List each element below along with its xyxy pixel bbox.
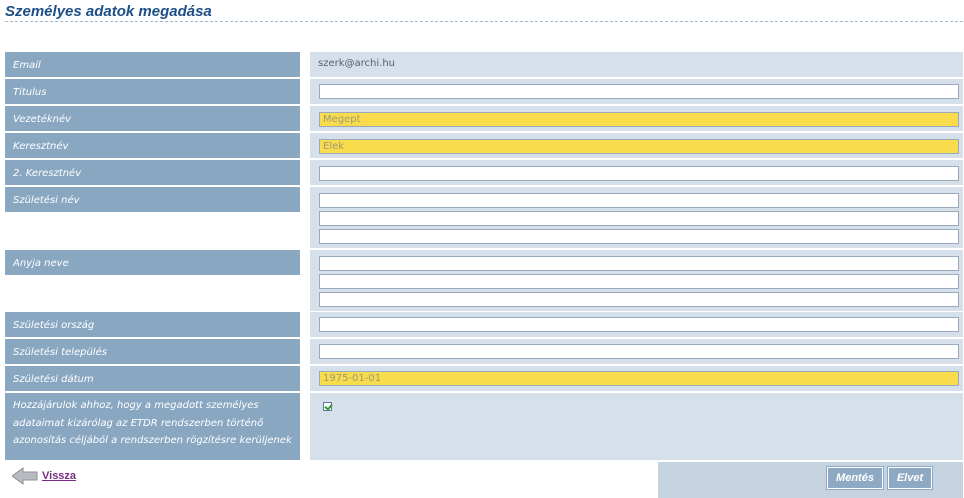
email-value: szerk@archi.hu [318,58,396,69]
consent-value-cell [310,393,963,460]
keresztnev-value-cell: Elek [310,133,963,158]
page-title: Személyes adatok megadása [5,3,212,20]
row-szuletesi-orszag: Születési ország [5,312,963,337]
back-nav[interactable]: Vissza [12,467,76,485]
consent-checkbox[interactable] [323,402,332,411]
save-button[interactable]: Mentés [826,466,884,490]
titulus-input[interactable] [319,84,959,99]
szuletesi-nev-input-2[interactable] [319,211,959,226]
szuletesi-nev-input-3[interactable] [319,229,959,244]
title-divider [5,21,963,22]
consent-label: Hozzájárulok ahhoz, hogy a megadott szem… [5,393,300,460]
szuletesi-nev-input-1[interactable] [319,193,959,208]
email-label: Email [5,52,300,77]
row-szuletesi-nev: Születési név [5,187,963,248]
szuletesi-telepules-value-cell [310,339,963,364]
anyja-neve-label: Anyja neve [5,250,300,275]
row-consent: Hozzájárulok ahhoz, hogy a megadott szem… [5,393,963,460]
szuletesi-nev-value-cell [310,187,963,248]
row-keresztnev2: 2. Keresztnév [5,160,963,185]
consent-text-line-1: Hozzájárulok ahhoz, hogy a megadott szem… [13,400,259,411]
szuletesi-datum-label: Születési dátum [5,366,300,391]
row-anyja-neve: Anyja neve [5,250,963,311]
titulus-label: Titulus [5,79,300,104]
row-szuletesi-telepules: Születési település [5,339,963,364]
anyja-neve-input-2[interactable] [319,274,959,289]
titulus-value-cell [310,79,963,104]
consent-text-line-3: azonosítás céljából a rendszerben rögzít… [13,435,292,446]
vezeteknev-input[interactable]: Megept [319,112,959,127]
email-value-cell: szerk@archi.hu [310,52,963,77]
vezeteknev-value-cell: Megept [310,106,963,131]
keresztnev-label: Keresztnév [5,133,300,158]
szuletesi-orszag-label: Születési ország [5,312,300,337]
keresztnev2-value-cell [310,160,963,185]
row-vezeteknev: Vezetéknév Megept [5,106,963,131]
szuletesi-telepules-label: Születési település [5,339,300,364]
keresztnev-input[interactable]: Elek [319,139,959,154]
anyja-neve-input-3[interactable] [319,292,959,307]
discard-button[interactable]: Elvet [887,466,933,490]
row-titulus: Titulus [5,79,963,104]
row-szuletesi-datum: Születési dátum 1975-01-01 [5,366,963,391]
szuletesi-orszag-value-cell [310,312,963,337]
szuletesi-orszag-input[interactable] [319,317,959,332]
szuletesi-datum-value-cell: 1975-01-01 [310,366,963,391]
row-email: Email szerk@archi.hu [5,52,963,77]
back-arrow-icon [12,467,38,485]
consent-text-line-2: adataimat kizárólag az ETDR rendszerben … [13,417,264,429]
keresztnev2-label: 2. Keresztnév [5,160,300,185]
szuletesi-nev-label: Születési név [5,187,300,212]
action-bar: Mentés Elvet [658,462,963,498]
back-link[interactable]: Vissza [42,470,76,482]
anyja-neve-value-cell [310,250,963,311]
keresztnev2-input[interactable] [319,166,959,181]
vezeteknev-label: Vezetéknév [5,106,300,131]
anyja-neve-input-1[interactable] [319,256,959,271]
szuletesi-telepules-input[interactable] [319,344,959,359]
szuletesi-datum-input[interactable]: 1975-01-01 [319,371,959,386]
row-keresztnev: Keresztnév Elek [5,133,963,158]
